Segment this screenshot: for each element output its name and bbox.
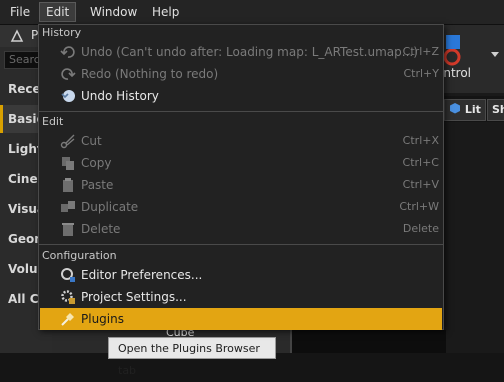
cut-label: Cut bbox=[81, 134, 102, 148]
paste-shortcut: Ctrl+V bbox=[402, 178, 439, 191]
trash-icon bbox=[62, 223, 74, 236]
place-mode-icon bbox=[10, 29, 24, 42]
menu-item-copy[interactable]: Copy Ctrl+C bbox=[40, 152, 442, 174]
copy-icon bbox=[62, 157, 74, 170]
plugins-tooltip: Open the Plugins Browser tab bbox=[108, 337, 276, 377]
undo-shortcut: Ctrl+Z bbox=[402, 45, 439, 58]
menu-item-project-settings[interactable]: Project Settings... bbox=[40, 286, 442, 308]
scissors-icon bbox=[60, 134, 75, 149]
cube-icon bbox=[450, 103, 460, 114]
separator bbox=[39, 111, 443, 112]
menu-file[interactable]: File bbox=[4, 2, 36, 22]
delete-label: Delete bbox=[81, 222, 121, 236]
section-edit-header: Edit bbox=[42, 115, 64, 128]
cut-shortcut: Ctrl+X bbox=[402, 134, 439, 147]
project-settings-label: Project Settings... bbox=[81, 290, 187, 304]
menu-item-cut[interactable]: Cut Ctrl+X bbox=[40, 130, 442, 152]
content-preview bbox=[290, 330, 446, 353]
redo-icon bbox=[61, 68, 76, 80]
dropdown-arrow-icon[interactable] bbox=[490, 51, 500, 59]
undo-label: Undo (Can't undo after: Loading map: L_A… bbox=[81, 45, 418, 59]
menu-help[interactable]: Help bbox=[146, 2, 185, 22]
section-history-header: History bbox=[42, 26, 82, 39]
section-configuration-header: Configuration bbox=[42, 249, 117, 262]
menu-item-undo-history[interactable]: Undo History bbox=[40, 85, 442, 107]
duplicate-icon bbox=[61, 201, 75, 212]
plug-icon bbox=[61, 313, 74, 326]
menu-item-editor-preferences[interactable]: Editor Preferences... bbox=[40, 264, 442, 286]
paste-icon bbox=[63, 178, 73, 192]
menu-item-delete[interactable]: Delete Delete bbox=[40, 218, 442, 240]
toolbar-right bbox=[443, 25, 504, 93]
redo-label: Redo (Nothing to redo) bbox=[81, 67, 219, 81]
preferences-icon bbox=[61, 268, 75, 282]
separator bbox=[39, 244, 443, 245]
menu-bar: File Edit Window Help bbox=[0, 0, 504, 25]
editor-preferences-label: Editor Preferences... bbox=[81, 268, 203, 282]
edit-menu-dropdown: History Undo (Can't undo after: Loading … bbox=[38, 24, 444, 330]
show-button[interactable]: Sh bbox=[487, 99, 504, 121]
plugins-label: Plugins bbox=[81, 312, 124, 326]
menu-item-paste[interactable]: Paste Ctrl+V bbox=[40, 174, 442, 196]
copy-shortcut: Ctrl+C bbox=[402, 156, 439, 169]
duplicate-label: Duplicate bbox=[81, 200, 139, 214]
duplicate-shortcut: Ctrl+W bbox=[399, 200, 439, 213]
undo-history-icon bbox=[61, 90, 75, 102]
redo-shortcut: Ctrl+Y bbox=[403, 67, 439, 80]
menu-item-undo[interactable]: Undo (Can't undo after: Loading map: L_A… bbox=[40, 41, 442, 63]
menu-window[interactable]: Window bbox=[84, 2, 143, 22]
delete-shortcut: Delete bbox=[402, 222, 439, 235]
menu-edit[interactable]: Edit bbox=[39, 2, 77, 22]
control-icon[interactable] bbox=[440, 33, 468, 67]
undo-history-label: Undo History bbox=[81, 89, 159, 103]
lit-button[interactable]: Lit bbox=[444, 99, 486, 121]
menu-item-redo[interactable]: Redo (Nothing to redo) Ctrl+Y bbox=[40, 63, 442, 85]
menu-item-duplicate[interactable]: Duplicate Ctrl+W bbox=[40, 196, 442, 218]
settings-gear-icon bbox=[61, 290, 75, 304]
lit-label: Lit bbox=[464, 103, 481, 116]
menu-item-plugins[interactable]: Plugins bbox=[40, 308, 442, 330]
copy-label: Copy bbox=[81, 156, 112, 170]
paste-label: Paste bbox=[81, 178, 114, 192]
undo-icon bbox=[60, 46, 75, 58]
